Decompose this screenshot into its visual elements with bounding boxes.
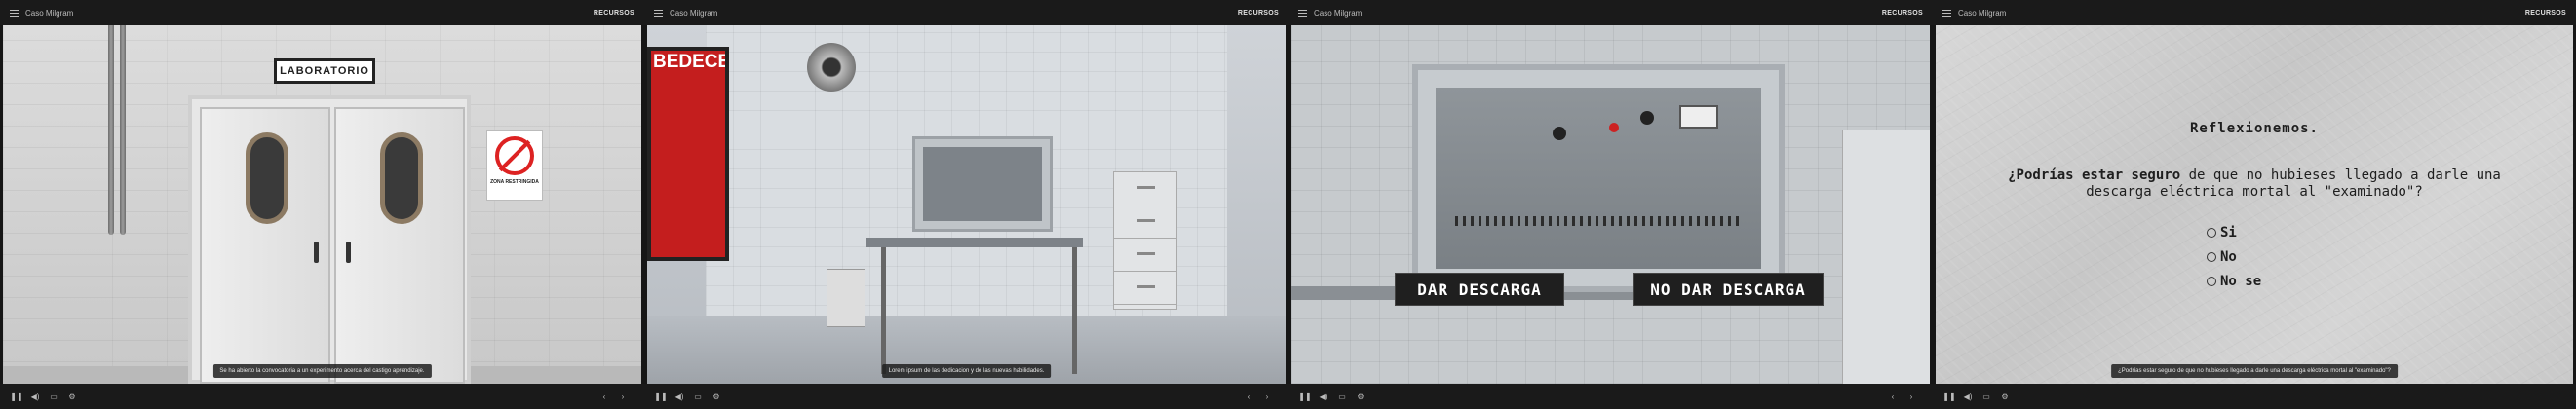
- lab-sign: LABORATORIO: [274, 58, 375, 84]
- course-title: Caso Milgram: [1958, 8, 2007, 18]
- chevron-left-icon[interactable]: ‹: [1886, 390, 1900, 403]
- scene-lab-door: LABORATORIO ZONA RESTRINGIDA Se ha abier…: [3, 25, 641, 384]
- volume-icon[interactable]: ◀): [1317, 390, 1330, 403]
- pipe: [108, 25, 114, 235]
- top-bar: Caso Milgram RECURSOS: [644, 0, 1288, 25]
- player-controls: ❚❚ ◀) ▭ ⚙ ‹ ›: [0, 384, 644, 409]
- gear-icon[interactable]: ⚙: [65, 390, 79, 403]
- knob: [1640, 111, 1654, 125]
- play-icon[interactable]: ❚❚: [1942, 390, 1956, 403]
- course-title: Caso Milgram: [1314, 8, 1363, 18]
- menu-icon[interactable]: [654, 9, 663, 17]
- option-no-se[interactable]: No se: [2207, 269, 2261, 293]
- intercom-box: [827, 269, 865, 327]
- scene-shock-machine: DAR DESCARGA NO DAR DESCARGA: [1291, 25, 1930, 384]
- speaker-icon: [807, 43, 856, 92]
- slide-panel-3: Caso Milgram RECURSOS DAR DESCARGA NO DA…: [1288, 0, 1933, 409]
- subtitle: Se ha abierto la convocatoria a un exper…: [212, 364, 432, 378]
- slide-panel-4: Caso Milgram RECURSOS Reflexionemos. ¿Po…: [1933, 0, 2576, 409]
- question-text: ¿Podrías estar seguro de que no hubieses…: [2008, 167, 2501, 200]
- course-title: Caso Milgram: [670, 8, 718, 18]
- answer-options: Si No No se: [2207, 220, 2261, 293]
- indicator-light: [1609, 123, 1619, 132]
- scene-experiment-room: BEDECBEDECBEDECBEDECBEDECBEDECBEDECBEDEC…: [647, 25, 1286, 384]
- volume-icon[interactable]: ◀): [673, 390, 686, 403]
- knob: [1553, 127, 1566, 140]
- shock-generator: [912, 136, 1053, 232]
- voltmeter: [1679, 105, 1718, 129]
- file-cabinet: [1842, 130, 1930, 384]
- slide-panel-1: Caso Milgram RECURSOS LABORATORIO ZONA R…: [0, 0, 644, 409]
- table: [866, 238, 1083, 247]
- subtitle: Lorem ipsum de las dedicacion y de las n…: [881, 364, 1052, 378]
- top-bar: Caso Milgram RECURSOS: [0, 0, 644, 25]
- resources-button[interactable]: RECURSOS: [1238, 10, 1279, 17]
- pipe: [120, 25, 126, 235]
- radio-button[interactable]: [2207, 276, 2216, 286]
- top-bar: Caso Milgram RECURSOS: [1288, 0, 1933, 25]
- volume-icon[interactable]: ◀): [28, 390, 42, 403]
- play-icon[interactable]: ❚❚: [654, 390, 668, 403]
- give-shock-button[interactable]: DAR DESCARGA: [1395, 273, 1564, 306]
- menu-icon[interactable]: [1942, 9, 1951, 17]
- captions-icon[interactable]: ▭: [691, 390, 705, 403]
- slide-panel-2: Caso Milgram RECURSOS BEDECBEDECBEDECBED…: [644, 0, 1288, 409]
- chevron-left-icon[interactable]: ‹: [1242, 390, 1255, 403]
- shock-generator: [1412, 64, 1785, 292]
- menu-icon[interactable]: [10, 9, 19, 17]
- gear-icon[interactable]: ⚙: [1354, 390, 1367, 403]
- radio-button[interactable]: [2207, 251, 2216, 262]
- resources-button[interactable]: RECURSOS: [1882, 10, 1923, 17]
- no-entry-icon: [495, 136, 534, 175]
- course-title: Caso Milgram: [25, 8, 74, 18]
- subtitle: ¿Podrías estar seguro de que no hubieses…: [2111, 364, 2398, 378]
- switch-row: [1455, 216, 1742, 226]
- captions-icon[interactable]: ▭: [1980, 390, 1993, 403]
- menu-icon[interactable]: [1298, 9, 1307, 17]
- reflection-heading: Reflexionemos.: [2189, 121, 2319, 136]
- chevron-right-icon[interactable]: ›: [1904, 390, 1918, 403]
- scene-reflection-question: Reflexionemos. ¿Podrías estar seguro de …: [1936, 25, 2573, 384]
- resources-button[interactable]: RECURSOS: [594, 10, 634, 17]
- play-icon[interactable]: ❚❚: [1298, 390, 1312, 403]
- chevron-right-icon[interactable]: ›: [1260, 390, 1274, 403]
- gear-icon[interactable]: ⚙: [710, 390, 723, 403]
- gear-icon[interactable]: ⚙: [1998, 390, 2012, 403]
- top-bar: Caso Milgram RECURSOS: [1933, 0, 2576, 25]
- captions-icon[interactable]: ▭: [1335, 390, 1349, 403]
- volume-icon[interactable]: ◀): [1961, 390, 1975, 403]
- poster: BEDECBEDECBEDECBEDECBEDECBEDECBEDECBEDEC: [647, 47, 729, 261]
- play-icon[interactable]: ❚❚: [10, 390, 23, 403]
- file-cabinet: [1113, 171, 1177, 310]
- resources-button[interactable]: RECURSOS: [2525, 10, 2566, 17]
- captions-icon[interactable]: ▭: [47, 390, 60, 403]
- player-controls: ❚❚ ◀) ▭ ⚙ ‹ ›: [644, 384, 1288, 409]
- player-controls: ❚❚ ◀) ▭ ⚙ ‹ ›: [1288, 384, 1933, 409]
- chevron-right-icon[interactable]: ›: [616, 390, 630, 403]
- restricted-zone-sign: ZONA RESTRINGIDA: [486, 130, 543, 201]
- player-controls: ❚❚ ◀) ▭ ⚙: [1933, 384, 2576, 409]
- radio-button[interactable]: [2207, 227, 2216, 238]
- chevron-left-icon[interactable]: ‹: [597, 390, 611, 403]
- option-no[interactable]: No: [2207, 244, 2261, 269]
- double-door: [188, 95, 471, 384]
- option-si[interactable]: Si: [2207, 220, 2261, 244]
- no-shock-button[interactable]: NO DAR DESCARGA: [1633, 273, 1824, 306]
